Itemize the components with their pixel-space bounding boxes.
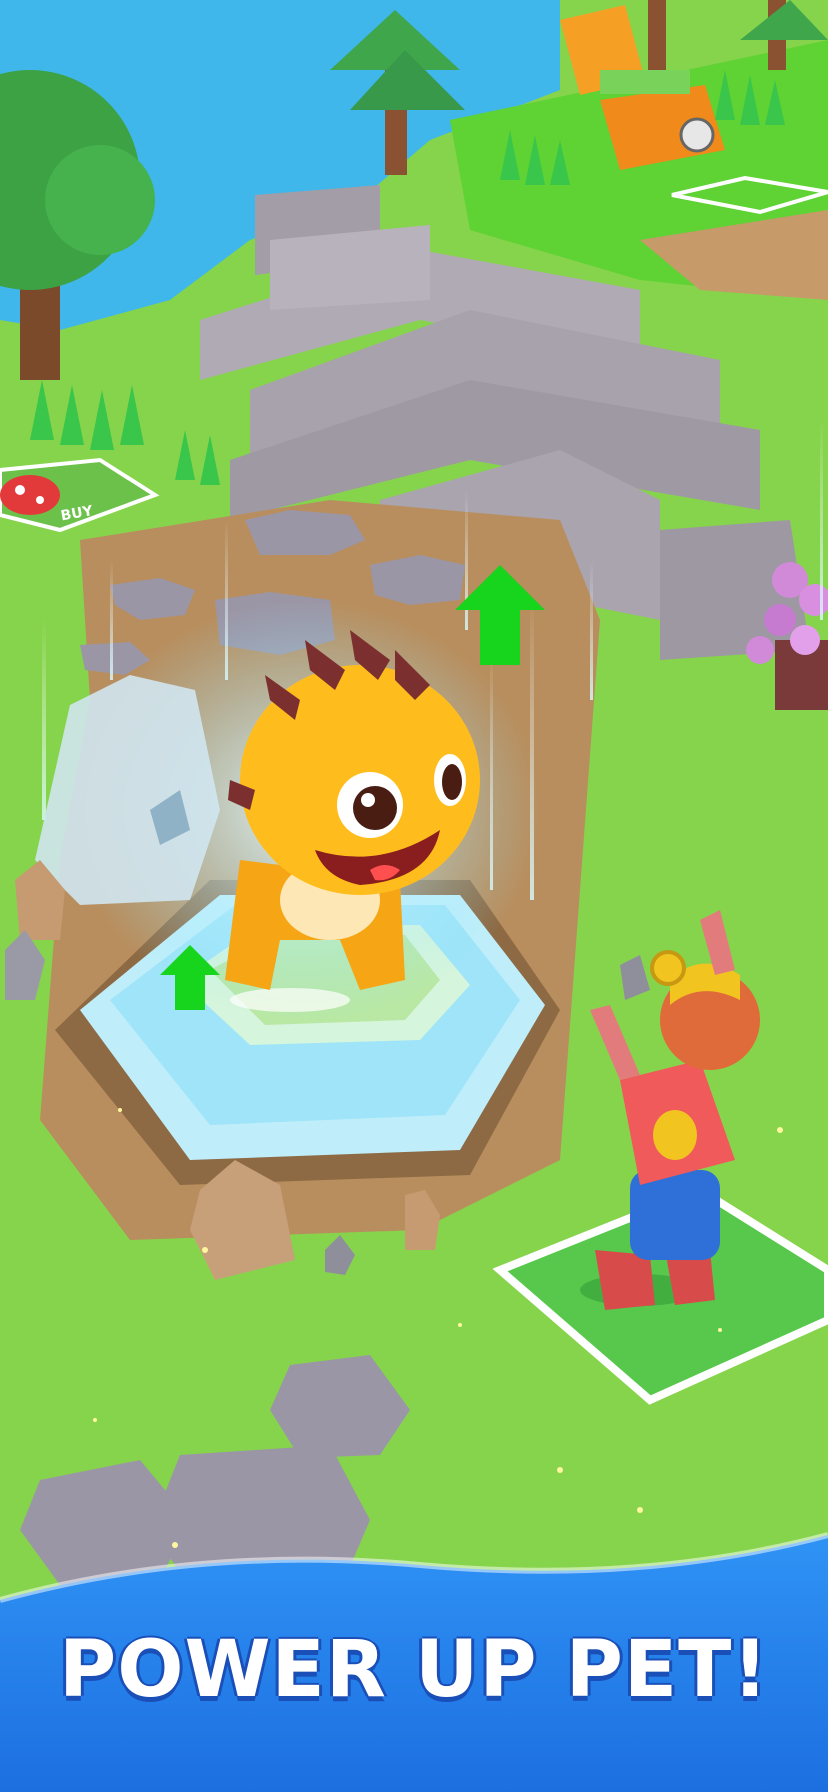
goggles xyxy=(650,950,686,986)
mushroom-icon xyxy=(0,475,60,515)
player-bag xyxy=(653,1110,697,1160)
caption-title: POWER UP PET! xyxy=(59,1625,769,1715)
game-scene: BUY xyxy=(0,0,828,1792)
